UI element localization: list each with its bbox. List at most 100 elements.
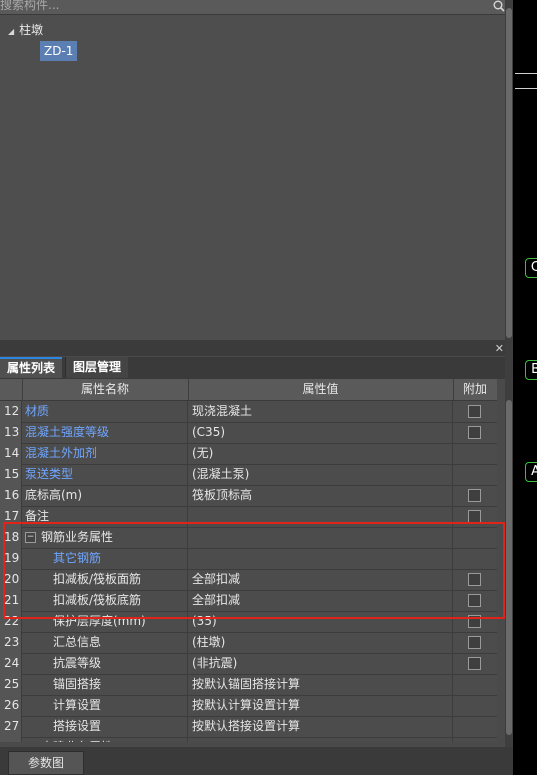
property-name-text: 备注 xyxy=(25,509,50,523)
add-checkbox[interactable] xyxy=(468,636,481,649)
table-row[interactable]: 38+土建业务属性 xyxy=(0,737,497,742)
tab-property-list[interactable]: 属性列表 xyxy=(0,357,63,378)
add-column-cell xyxy=(453,464,497,485)
add-column-cell xyxy=(453,653,497,674)
table-row[interactable]: 24 抗震等级 (非抗震) xyxy=(0,653,497,675)
table-row[interactable]: 16 底标高(m) 筏板顶标高 xyxy=(0,485,497,507)
drawing-area-strip[interactable]: C B A xyxy=(513,0,537,775)
add-checkbox[interactable] xyxy=(468,489,481,502)
property-value[interactable]: 现浇混凝土 xyxy=(188,401,453,422)
add-checkbox[interactable] xyxy=(468,594,481,607)
property-value[interactable] xyxy=(188,737,453,742)
table-row[interactable]: 23 汇总信息 (柱墩) xyxy=(0,632,497,654)
property-name-text: 抗震等级 xyxy=(53,656,102,670)
property-value[interactable]: 全部扣减 xyxy=(188,590,453,611)
property-value[interactable]: 按默认锚固搭接计算 xyxy=(188,674,453,695)
add-checkbox[interactable] xyxy=(468,405,481,418)
row-index: 27 xyxy=(0,716,22,737)
collapse-icon[interactable]: − xyxy=(25,532,36,543)
property-name: 混凝土外加剂 xyxy=(22,443,188,464)
row-index: 16 xyxy=(0,485,22,506)
row-index: 14 xyxy=(0,443,22,464)
property-name-text: 混凝土强度等级 xyxy=(25,425,110,439)
table-row[interactable]: 18− 钢筋业务属性 xyxy=(0,527,497,549)
tree-node-selected[interactable]: ZD-1 xyxy=(40,41,78,61)
property-name: +土建业务属性 xyxy=(22,737,188,742)
row-index: 17 xyxy=(0,506,22,527)
table-row[interactable]: 26 计算设置 按默认计算设置计算 xyxy=(0,695,497,717)
row-index: 21 xyxy=(0,590,22,611)
property-value[interactable]: (柱墩) xyxy=(188,632,453,653)
property-value[interactable] xyxy=(188,527,453,548)
property-value[interactable]: (无) xyxy=(188,443,453,464)
property-name: 其它钢筋 xyxy=(22,548,188,569)
row-index: 12 xyxy=(0,401,22,422)
table-row[interactable]: 25 锚固搭接 按默认锚固搭接计算 xyxy=(0,674,497,696)
property-name-text: 底标高(m) xyxy=(25,488,83,502)
property-name-text: 汇总信息 xyxy=(53,635,102,649)
table-row[interactable]: 12 材质 现浇混凝土 xyxy=(0,401,497,423)
property-name-text: 泵送类型 xyxy=(25,467,74,481)
add-checkbox[interactable] xyxy=(468,573,481,586)
add-checkbox[interactable] xyxy=(468,657,481,670)
table-row[interactable]: 13 混凝土强度等级 (C35) xyxy=(0,422,497,444)
search-icon[interactable] xyxy=(492,0,506,13)
tab-bar: 属性列表 图层管理 xyxy=(0,357,505,379)
property-name: 底标高(m) xyxy=(22,485,188,506)
row-index: 26 xyxy=(0,695,22,716)
scrollbar-thumb-top[interactable] xyxy=(506,8,512,338)
property-name-text: 钢筋业务属性 xyxy=(41,530,114,544)
property-name: 材质 xyxy=(22,401,188,422)
add-column-cell xyxy=(453,569,497,590)
tree-node-root[interactable]: ◢ 柱墩 xyxy=(8,21,43,38)
property-value[interactable]: (混凝土泵) xyxy=(188,464,453,485)
property-value[interactable]: 筏板顶标高 xyxy=(188,485,453,506)
add-column-cell xyxy=(453,527,497,548)
table-row[interactable]: 15 泵送类型 (混凝土泵) xyxy=(0,464,497,486)
add-column-cell xyxy=(453,443,497,464)
component-tree: ◢ 柱墩 ZD-1 xyxy=(0,15,510,340)
row-index: 20 xyxy=(0,569,22,590)
add-column-cell xyxy=(453,485,497,506)
property-grid: 属性名称 属性值 附加 12 材质 现浇混凝土 13 混凝土强度等级 (C35) 14 混凝土… xyxy=(0,379,497,742)
axis-marker: C xyxy=(525,258,537,278)
table-row[interactable]: 22 保护层厚度(mm) (35) xyxy=(0,611,497,633)
property-value[interactable]: 全部扣减 xyxy=(188,569,453,590)
table-row[interactable]: 20 扣减板/筏板面筋 全部扣减 xyxy=(0,569,497,591)
add-column-cell xyxy=(453,695,497,716)
header-index xyxy=(0,379,23,400)
add-column-cell xyxy=(453,401,497,422)
panel-splitter[interactable]: ✕ xyxy=(0,340,510,356)
property-name-text: 扣减板/筏板面筋 xyxy=(53,572,142,586)
property-value[interactable]: (非抗震) xyxy=(188,653,453,674)
property-value[interactable]: (C35) xyxy=(188,422,453,443)
table-row[interactable]: 14 混凝土外加剂 (无) xyxy=(0,443,497,465)
property-value[interactable]: 按默认计算设置计算 xyxy=(188,695,453,716)
property-name: 混凝土强度等级 xyxy=(22,422,188,443)
row-index: 13 xyxy=(0,422,22,443)
search-input[interactable] xyxy=(0,0,480,13)
parameter-diagram-button[interactable]: 参数图 xyxy=(8,751,84,775)
vertical-scrollbar[interactable] xyxy=(505,0,513,775)
add-column-cell xyxy=(453,674,497,695)
scrollbar-thumb-grid[interactable] xyxy=(506,400,512,735)
table-row[interactable]: 21 扣减板/筏板底筋 全部扣减 xyxy=(0,590,497,612)
collapse-triangle-icon[interactable]: ◢ xyxy=(8,27,14,36)
add-checkbox[interactable] xyxy=(468,615,481,628)
grid-header: 属性名称 属性值 附加 xyxy=(0,379,497,401)
add-checkbox[interactable] xyxy=(468,510,481,523)
property-name-text: 计算设置 xyxy=(53,698,102,712)
axis-marker: B xyxy=(525,360,537,380)
add-checkbox[interactable] xyxy=(468,426,481,439)
add-column-cell xyxy=(453,422,497,443)
property-value[interactable] xyxy=(188,548,453,569)
property-name-text: 土建业务属性 xyxy=(41,740,113,742)
tab-layer-management[interactable]: 图层管理 xyxy=(65,357,129,378)
table-row[interactable]: 17 备注 xyxy=(0,506,497,528)
table-row[interactable]: 19 其它钢筋 xyxy=(0,548,497,570)
close-icon[interactable]: ✕ xyxy=(495,342,504,355)
table-row[interactable]: 27 搭接设置 按默认搭接设置计算 xyxy=(0,716,497,738)
property-value[interactable]: (35) xyxy=(188,611,453,632)
property-value[interactable]: 按默认搭接设置计算 xyxy=(188,716,453,737)
property-value[interactable] xyxy=(188,506,453,527)
